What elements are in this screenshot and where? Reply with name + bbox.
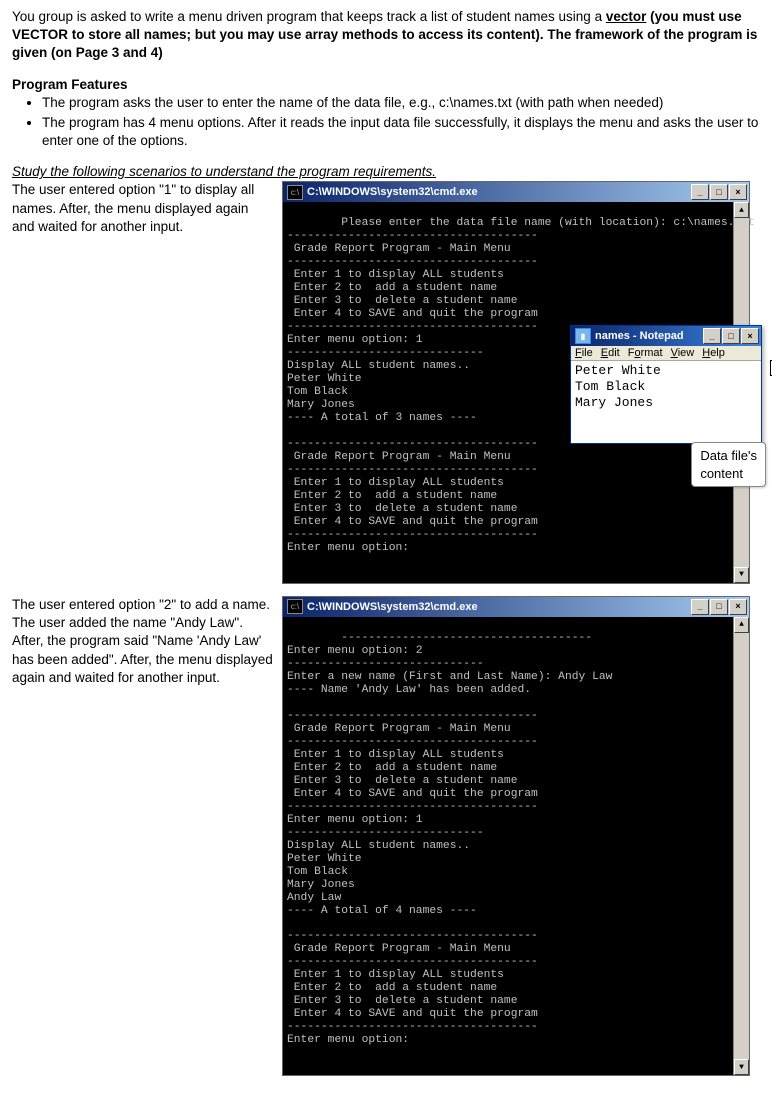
maximize-button[interactable]: □ [710, 184, 728, 200]
cmd-title-exe: cmd.exe [434, 186, 478, 198]
menu-edit[interactable]: Edit [601, 347, 620, 359]
maximize-button[interactable]: □ [722, 328, 740, 344]
scenario-2-description: The user entered option "2" to add a nam… [12, 596, 282, 687]
study-line: Study the following scenarios to underst… [12, 164, 760, 179]
cmd-icon: c:\ [287, 599, 303, 614]
intro-paragraph: You group is asked to write a menu drive… [12, 8, 760, 63]
scenario-1-description: The user entered option "1" to display a… [12, 181, 282, 236]
cmd-titlebar: c:\ C:\WINDOWS\system32\cmd.exe _ □ × [283, 597, 749, 617]
intro-text-a: You group is asked to write a menu drive… [12, 9, 606, 24]
notepad-title-text: names - Notepad [595, 330, 703, 342]
feature-list: The program asks the user to enter the n… [42, 94, 760, 151]
cmd-icon: c:\ [287, 185, 303, 200]
notepad-icon: ▮ [575, 328, 591, 344]
scroll-down-icon[interactable]: ▼ [734, 1059, 749, 1075]
cmd-titlebar: c:\ C:\WINDOWS\system32\cmd.exe _ □ × [283, 182, 749, 202]
menu-file[interactable]: File [575, 347, 593, 359]
callout-line1: Data file's [700, 448, 757, 463]
scrollbar[interactable]: ▲ ▼ [733, 617, 749, 1075]
cmd-title-path: C:\WINDOWS\system32\ [307, 186, 434, 198]
minimize-button[interactable]: _ [691, 184, 709, 200]
cmd-title: C:\WINDOWS\system32\cmd.exe [307, 601, 691, 614]
minimize-button[interactable]: _ [703, 328, 721, 344]
scenario-1-screens: c:\ C:\WINDOWS\system32\cmd.exe _ □ × Pl… [282, 181, 760, 584]
minimize-button[interactable]: _ [691, 599, 709, 615]
scenario-1-row: The user entered option "1" to display a… [12, 181, 760, 584]
callout-line2: content [700, 466, 743, 481]
scroll-down-icon[interactable]: ▼ [734, 567, 749, 583]
notepad-menubar: File Edit Format View Help Minimize [571, 346, 761, 361]
scroll-up-icon[interactable]: ▲ [734, 617, 749, 633]
cmd-body-2: ------------------------------------- En… [283, 617, 749, 1075]
maximize-button[interactable]: □ [710, 599, 728, 615]
notepad-window: ▮ names - Notepad _ □ × File Edit Format… [570, 325, 762, 444]
close-button[interactable]: × [729, 184, 747, 200]
features-header: Program Features [12, 77, 760, 92]
scenario-2-row: The user entered option "2" to add a nam… [12, 596, 760, 1076]
intro-vector: vector [606, 9, 647, 24]
notepad-body[interactable]: Peter White Tom Black Mary Jones [571, 361, 761, 443]
cmd-title-path: C:\WINDOWS\system32\ [307, 601, 434, 613]
callout-datafile: Data file's content [691, 442, 766, 487]
menu-help[interactable]: Help [702, 347, 725, 359]
cmd-title-exe: cmd.exe [434, 601, 478, 613]
feature-item: The program has 4 menu options. After it… [42, 114, 760, 150]
close-button[interactable]: × [741, 328, 759, 344]
cmd-title: C:\WINDOWS\system32\cmd.exe [307, 186, 691, 199]
scroll-up-icon[interactable]: ▲ [734, 202, 749, 218]
feature-item: The program asks the user to enter the n… [42, 94, 760, 112]
cmd-output-2: ------------------------------------- En… [287, 632, 612, 1047]
notepad-titlebar: ▮ names - Notepad _ □ × [571, 326, 761, 346]
menu-format[interactable]: Format [628, 347, 663, 359]
cmd-window-2: c:\ C:\WINDOWS\system32\cmd.exe _ □ × --… [282, 596, 750, 1076]
menu-view[interactable]: View [671, 347, 695, 359]
scenario-2-screens: c:\ C:\WINDOWS\system32\cmd.exe _ □ × --… [282, 596, 760, 1076]
close-button[interactable]: × [729, 599, 747, 615]
